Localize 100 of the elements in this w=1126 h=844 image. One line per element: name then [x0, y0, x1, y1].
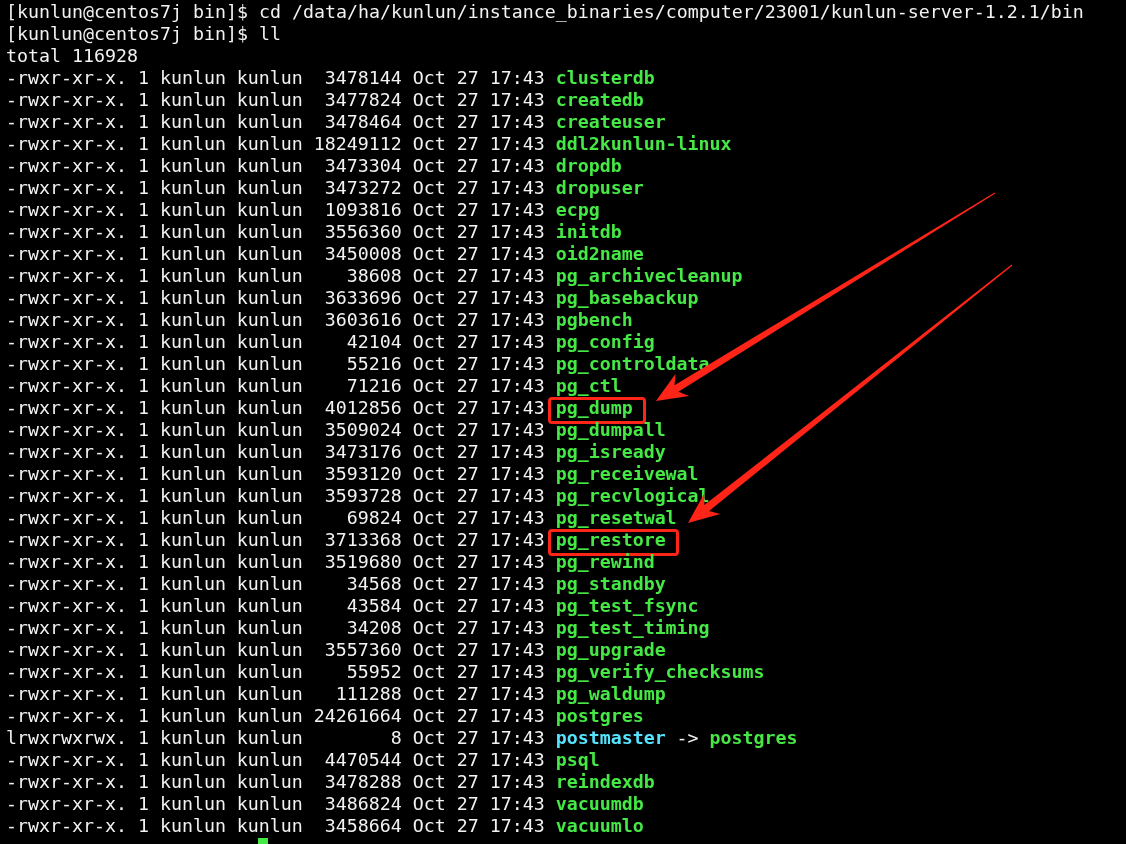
link-count: 1 [137, 463, 149, 485]
file-name: ecpg [555, 199, 600, 221]
owner-name: kunlun [159, 771, 226, 793]
date-month: Oct [412, 331, 446, 353]
permissions-text: -rwxr-xr-x. [6, 419, 127, 441]
date-day: 27 [456, 683, 479, 705]
permissions-text: -rwxr-xr-x. [6, 111, 127, 133]
permissions-text: -rwxr-xr-x. [6, 155, 127, 177]
date-day: 27 [456, 815, 479, 837]
file-name: pg_dump [555, 397, 633, 419]
owner-name: kunlun [159, 441, 226, 463]
file-name: clusterdb [555, 67, 655, 89]
file-time: 17:43 [489, 529, 545, 551]
date-day: 27 [456, 573, 479, 595]
file-name: pg_isready [555, 441, 666, 463]
group-name: kunlun [236, 551, 303, 573]
owner-name: kunlun [159, 331, 226, 353]
date-month: Oct [412, 529, 446, 551]
permissions-text: -rwxr-xr-x. [6, 793, 127, 815]
group-name: kunlun [236, 529, 303, 551]
permissions-text: -rwxr-xr-x. [6, 705, 127, 727]
permissions-text: -rwxr-xr-x. [6, 67, 127, 89]
file-time: 17:43 [489, 67, 545, 89]
file-size: 42104 [345, 331, 402, 353]
link-count: 1 [137, 551, 149, 573]
file-name: createuser [555, 111, 666, 133]
file-time: 17:43 [489, 463, 545, 485]
group-name: kunlun [236, 155, 303, 177]
file-size: 24261664 [313, 705, 402, 727]
date-month: Oct [412, 287, 446, 309]
file-time: 17:43 [489, 441, 545, 463]
group-name: kunlun [236, 331, 303, 353]
file-time: 17:43 [489, 551, 545, 573]
date-month: Oct [412, 507, 446, 529]
permissions-text: -rwxr-xr-x. [6, 815, 127, 837]
file-name: dropdb [555, 155, 622, 177]
file-name: pg_test_timing [555, 617, 710, 639]
permissions-text: -rwxr-xr-x. [6, 89, 127, 111]
owner-name: kunlun [159, 551, 226, 573]
group-name: kunlun [236, 133, 303, 155]
file-name: pg_rewind [555, 551, 655, 573]
group-name: kunlun [236, 353, 303, 375]
link-count: 1 [137, 705, 149, 727]
date-day: 27 [456, 749, 479, 771]
file-name: createdb [555, 89, 644, 111]
date-month: Oct [412, 771, 446, 793]
file-size: 3478464 [323, 111, 402, 133]
file-time: 17:43 [489, 111, 545, 133]
file-name: pg_verify_checksums [555, 661, 765, 683]
permissions-text: -rwxr-xr-x. [6, 397, 127, 419]
file-name: pg_ctl [555, 375, 622, 397]
owner-name: kunlun [159, 111, 226, 133]
date-month: Oct [412, 133, 446, 155]
date-day: 27 [456, 375, 479, 397]
link-count: 1 [137, 573, 149, 595]
group-name: kunlun [236, 111, 303, 133]
permissions-text: -rwxr-xr-x. [6, 771, 127, 793]
permissions-text: -rwxr-xr-x. [6, 375, 127, 397]
date-day: 27 [456, 353, 479, 375]
link-count: 1 [137, 397, 149, 419]
file-size: 3713368 [323, 529, 402, 551]
date-day: 27 [456, 397, 479, 419]
file-size: 71216 [345, 375, 402, 397]
date-day: 27 [456, 551, 479, 573]
date-day: 27 [456, 595, 479, 617]
file-name: pg_resetwal [555, 507, 677, 529]
file-time: 17:43 [489, 243, 545, 265]
file-size: 3557360 [323, 639, 402, 661]
group-name: kunlun [236, 199, 303, 221]
link-count: 1 [137, 617, 149, 639]
owner-name: kunlun [159, 727, 226, 749]
link-count: 1 [137, 683, 149, 705]
date-day: 27 [456, 221, 479, 243]
date-month: Oct [412, 67, 446, 89]
file-time: 17:43 [489, 199, 545, 221]
file-name: pg_standby [555, 573, 666, 595]
group-name: kunlun [236, 507, 303, 529]
link-arrow: -> [676, 727, 699, 749]
date-month: Oct [412, 221, 446, 243]
permissions-text: -rwxr-xr-x. [6, 529, 127, 551]
file-size: 3473304 [323, 155, 402, 177]
date-month: Oct [412, 375, 446, 397]
link-count: 1 [137, 529, 149, 551]
link-count: 1 [137, 375, 149, 397]
permissions-text: -rwxr-xr-x. [6, 331, 127, 353]
file-name: postmaster [555, 727, 666, 749]
group-name: kunlun [236, 617, 303, 639]
permissions-text: -rwxr-xr-x. [6, 287, 127, 309]
group-name: kunlun [236, 793, 303, 815]
file-time: 17:43 [489, 617, 545, 639]
file-size: 3556360 [323, 221, 402, 243]
permissions-text: -rwxr-xr-x. [6, 199, 127, 221]
date-month: Oct [412, 353, 446, 375]
file-size: 38608 [345, 265, 402, 287]
permissions-text: -rwxr-xr-x. [6, 573, 127, 595]
owner-name: kunlun [159, 529, 226, 551]
owner-name: kunlun [159, 177, 226, 199]
file-time: 17:43 [489, 397, 545, 419]
permissions-text: -rwxr-xr-x. [6, 243, 127, 265]
date-month: Oct [412, 89, 446, 111]
